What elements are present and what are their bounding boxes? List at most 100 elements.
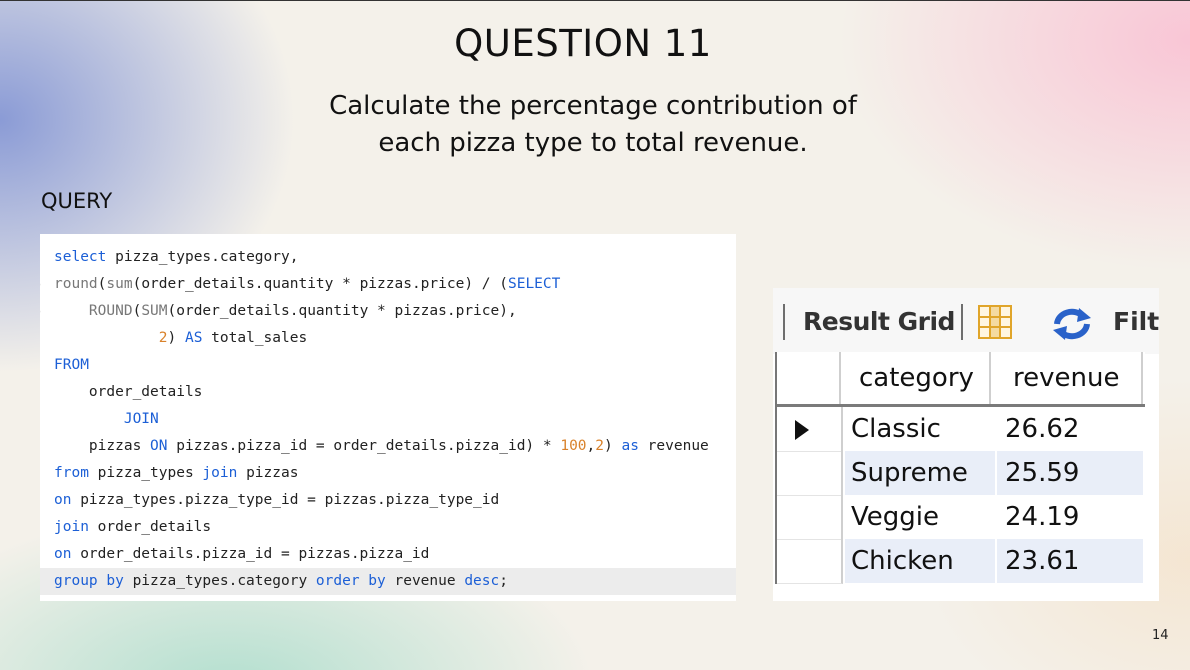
table-row[interactable]: Supreme 25.59 — [777, 451, 1145, 496]
code-text: ROUND(SUM(order_details.quantity * pizza… — [54, 298, 517, 325]
result-grid: category revenue Classic 26.62 Supreme 2… — [775, 352, 1145, 584]
sql-function: SUM — [141, 303, 168, 319]
result-grid-tab[interactable]: Result Grid — [803, 307, 955, 336]
fold-toggle-icon[interactable]: ⊖ — [40, 271, 44, 298]
code-line[interactable]: on pizza_types.pizza_type_id = pizzas.pi… — [40, 487, 736, 514]
sql-text: pizzas.pizza_id = order_details.pizza_id… — [167, 438, 561, 454]
sql-number: 2 — [158, 330, 168, 346]
sql-code-panel[interactable]: select pizza_types.category,⊖round(sum(o… — [40, 234, 736, 601]
refresh-icon[interactable] — [1051, 306, 1093, 346]
code-line[interactable]: join order_details — [40, 514, 736, 541]
slide-title: QUESTION 11 — [454, 22, 712, 65]
sql-text: (order_details.quantity * pizzas.price), — [167, 303, 517, 319]
column-header-revenue[interactable]: revenue — [993, 352, 1143, 404]
code-line[interactable]: group by pizza_types.category order by r… — [40, 568, 736, 595]
code-text: round(sum(order_details.quantity * pizza… — [54, 271, 560, 298]
fold-toggle-icon[interactable]: ⊖ — [40, 298, 44, 325]
sql-text: pizza_types.category — [123, 573, 316, 589]
code-line[interactable]: ⊖ ROUND(SUM(order_details.quantity * piz… — [40, 298, 736, 325]
sql-keyword: group by — [54, 573, 124, 589]
sql-keyword: on — [54, 546, 72, 562]
sql-keyword: select — [54, 249, 107, 265]
sql-keyword: SELECT — [507, 276, 561, 292]
sql-keyword: FROM — [54, 357, 89, 373]
grid-layout-icon[interactable] — [978, 305, 1012, 343]
code-text: select pizza_types.category, — [54, 244, 298, 271]
sql-function: ROUND — [88, 303, 133, 319]
code-text: group by pizza_types.category order by r… — [54, 568, 508, 595]
grid-header-row: category revenue — [777, 352, 1145, 407]
page-number: 14 — [1152, 628, 1169, 643]
code-text: 2) AS total_sales — [54, 325, 307, 352]
sql-text: revenue — [638, 438, 709, 454]
code-text: on pizza_types.pizza_type_id = pizzas.pi… — [54, 487, 499, 514]
code-line[interactable]: select pizza_types.category, — [40, 244, 736, 271]
sql-text: ) — [604, 438, 622, 454]
gutter-marker: - — [40, 325, 44, 352]
sql-text: pizzas — [237, 465, 299, 481]
sql-keyword: on — [54, 492, 72, 508]
code-text: from pizza_types join pizzas — [54, 460, 298, 487]
result-grid-panel: Result Grid Filte category — [773, 288, 1159, 601]
cell-category: Veggie — [851, 502, 939, 532]
table-row[interactable]: Classic 26.62 — [777, 407, 1145, 452]
top-border — [0, 0, 1190, 1]
sql-keyword: join — [202, 465, 238, 481]
cell-revenue: 26.62 — [1005, 414, 1080, 444]
sql-function: round — [54, 276, 98, 292]
sql-function: sum — [106, 276, 133, 292]
filter-label[interactable]: Filte — [1113, 307, 1159, 336]
sql-text: pizzas — [54, 438, 151, 454]
sql-text: total_sales — [202, 330, 308, 346]
sql-keyword: AS — [184, 330, 203, 346]
sql-keyword: join — [54, 519, 89, 535]
sql-text: pizza_types — [88, 465, 203, 481]
sql-text: ; — [499, 573, 508, 589]
slide-subtitle: Calculate the percentage contribution of… — [0, 88, 1186, 162]
sql-text: ) — [167, 330, 185, 346]
query-label: QUERY — [41, 189, 113, 213]
column-header-category[interactable]: category — [841, 352, 991, 404]
code-text: FROM — [54, 352, 89, 379]
sql-text: (order_details.quantity * pizzas.price) … — [132, 276, 508, 292]
sql-text: ( — [132, 303, 142, 319]
code-line[interactable]: - pizzas ON pizzas.pizza_id = order_deta… — [40, 433, 736, 460]
subtitle-line-2: each pizza type to total revenue. — [378, 128, 808, 158]
sql-text: pizza_types.pizza_type_id = pizzas.pizza… — [71, 492, 500, 508]
sql-text: order_details — [54, 384, 203, 400]
sql-keyword: from — [54, 465, 89, 481]
subtitle-line-1: Calculate the percentage contribution of — [329, 91, 857, 121]
code-text: JOIN — [54, 406, 159, 433]
code-line[interactable]: JOIN — [40, 406, 736, 433]
row-indicator — [777, 407, 843, 452]
table-row[interactable]: Chicken 23.61 — [777, 539, 1145, 584]
toolbar-separator — [783, 304, 785, 340]
sql-text: , — [586, 438, 596, 454]
code-line[interactable]: - 2) AS total_sales — [40, 325, 736, 352]
code-line[interactable]: order_details — [40, 379, 736, 406]
code-line[interactable]: FROM — [40, 352, 736, 379]
row-indicator — [777, 495, 843, 540]
sql-text: order_details — [88, 519, 212, 535]
sql-text: revenue — [385, 573, 465, 589]
sql-text: order_details.pizza_id = pizzas.pizza_id — [71, 546, 430, 562]
result-toolbar: Result Grid Filte — [773, 288, 1159, 354]
sql-keyword: desc — [464, 573, 500, 589]
sql-keyword: as — [621, 438, 639, 454]
cell-revenue: 25.59 — [997, 451, 1143, 495]
code-line[interactable]: ⊖ round(sum(order_details.quantity * pizz… — [40, 271, 736, 298]
sql-keyword: order by — [315, 573, 386, 589]
cell-category: Supreme — [845, 451, 995, 495]
toolbar-separator — [961, 304, 963, 340]
cell-category: Classic — [851, 414, 941, 444]
code-text: on order_details.pizza_id = pizzas.pizza… — [54, 541, 429, 568]
code-line[interactable]: on order_details.pizza_id = pizzas.pizza… — [40, 541, 736, 568]
code-text: pizzas ON pizzas.pizza_id = order_detail… — [54, 433, 709, 460]
code-text: join order_details — [54, 514, 211, 541]
row-indicator — [777, 539, 843, 584]
table-row[interactable]: Veggie 24.19 — [777, 495, 1145, 540]
code-line[interactable]: from pizza_types join pizzas — [40, 460, 736, 487]
